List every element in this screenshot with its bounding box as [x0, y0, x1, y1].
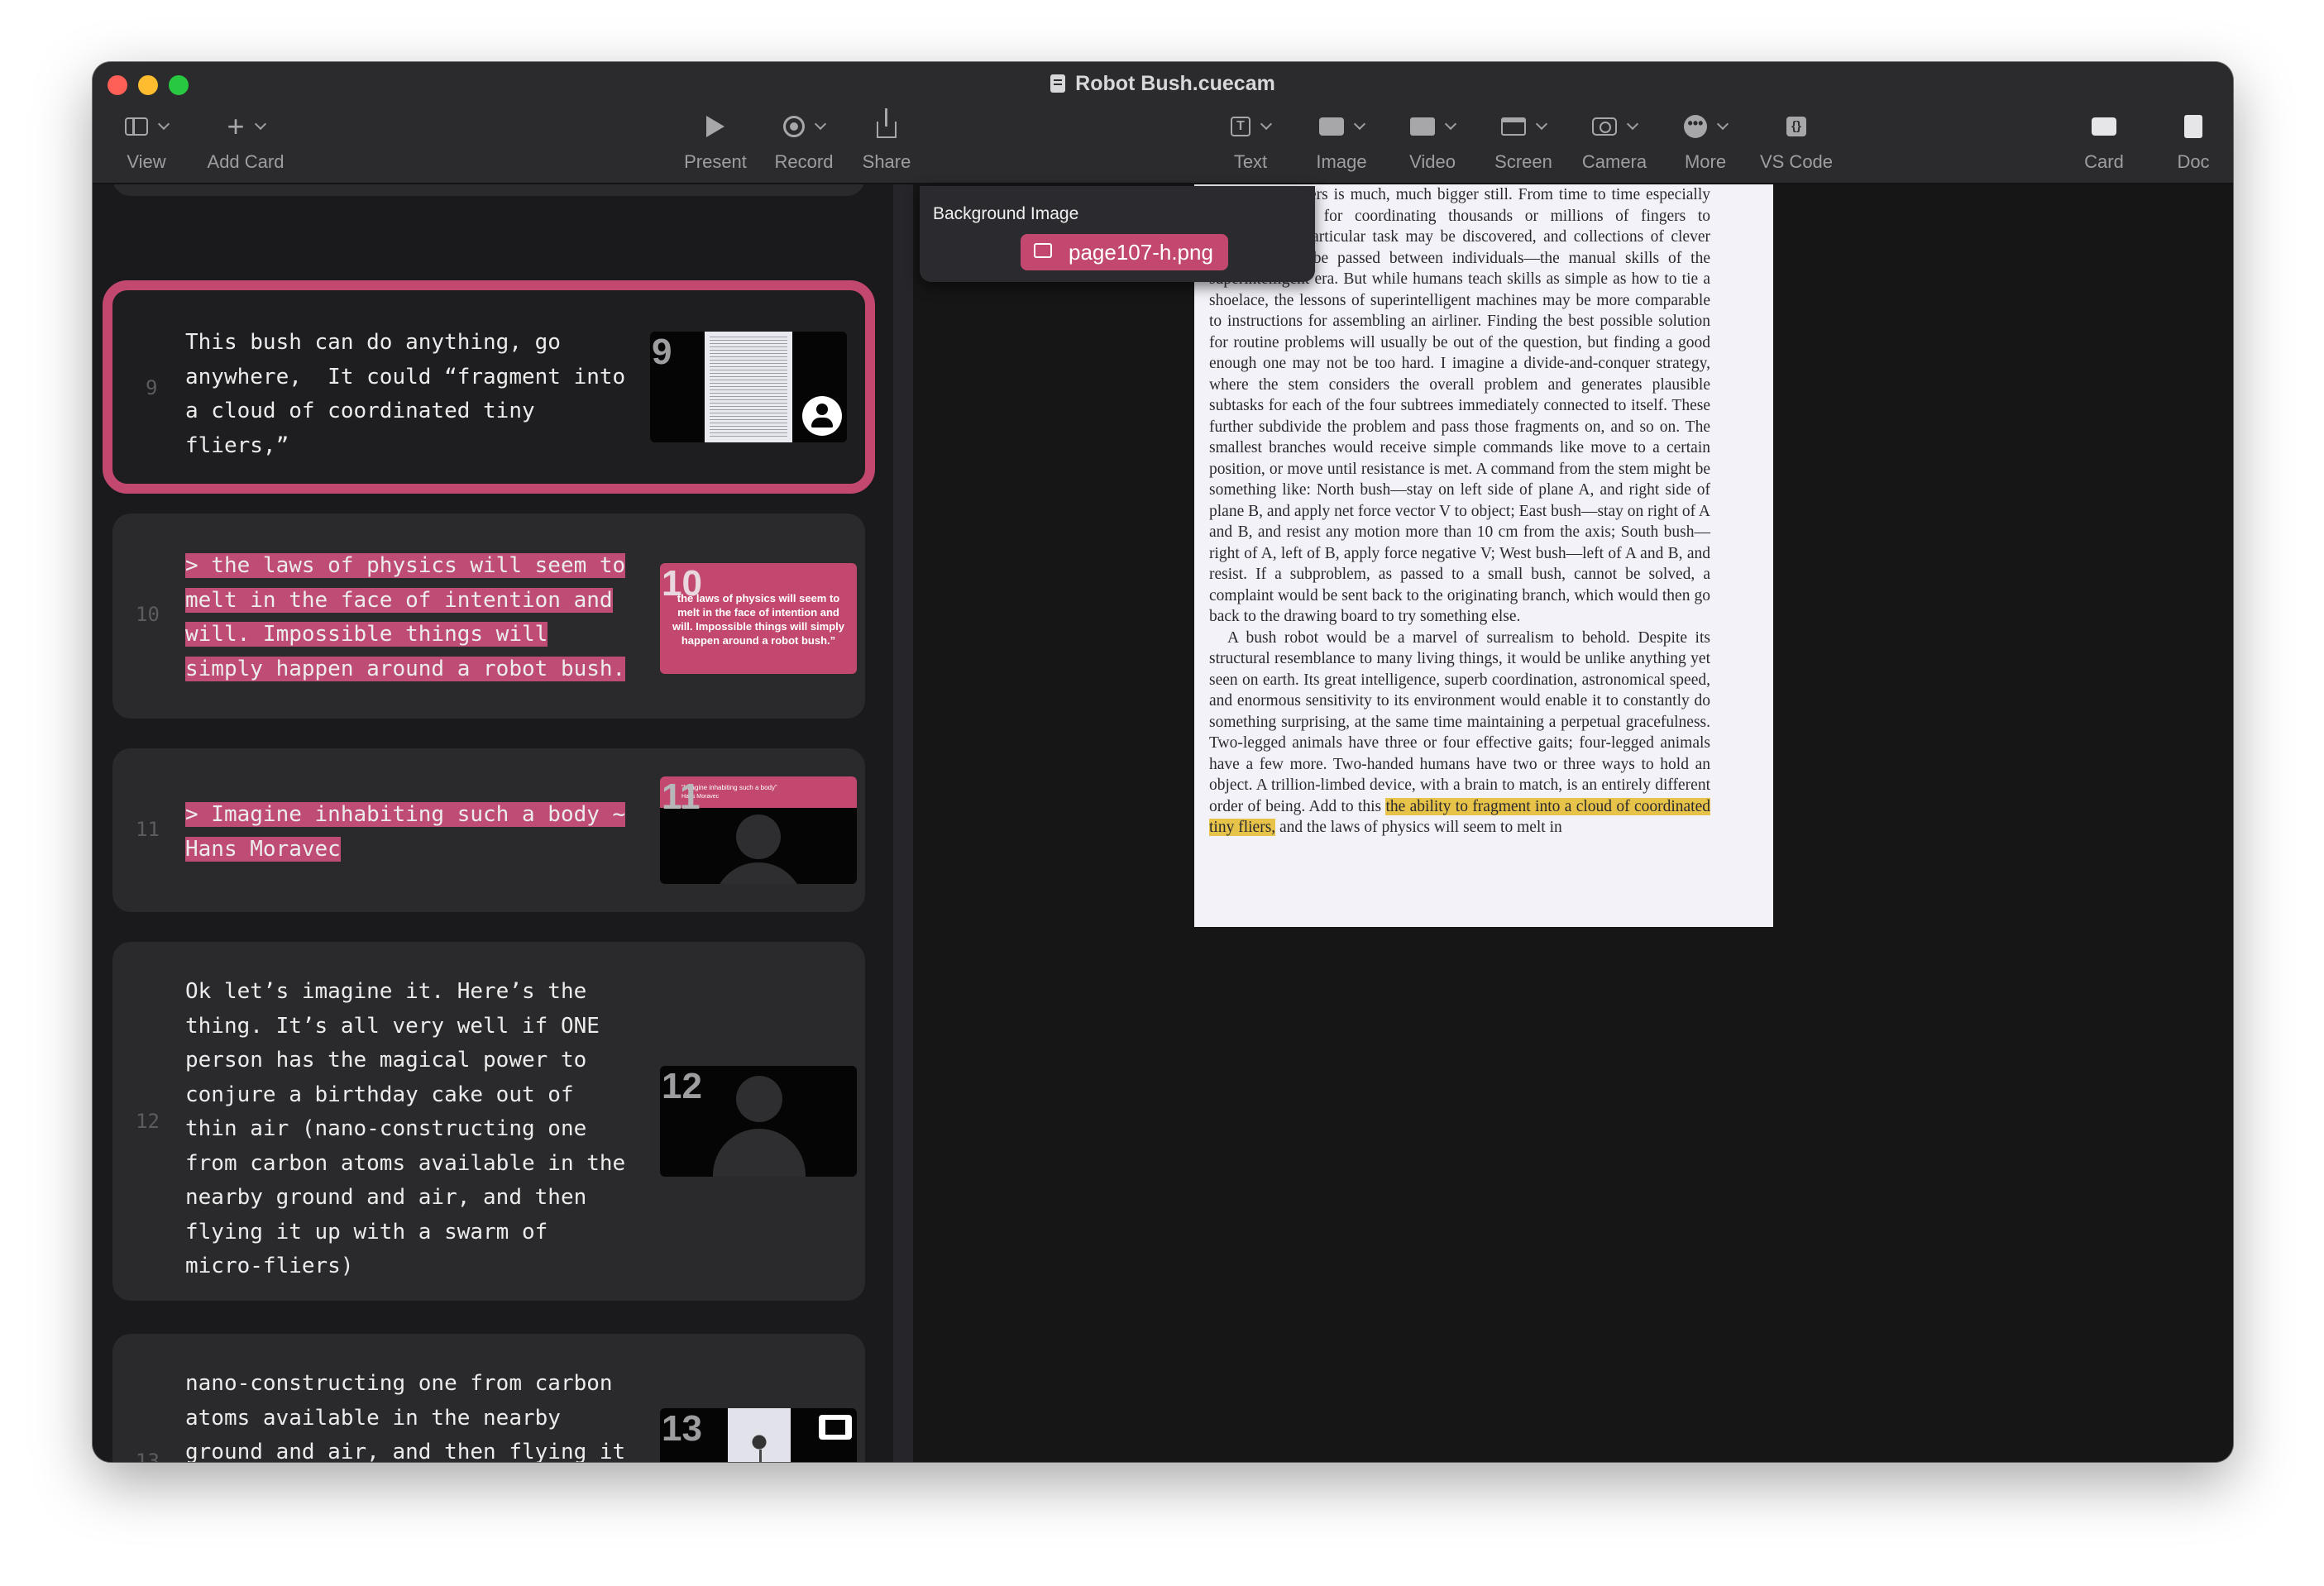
card-partial[interactable] — [112, 184, 865, 196]
toolbar: Robot Bush.cuecam View + Add Card Presen… — [93, 62, 2233, 184]
card-number: 11 — [136, 818, 160, 841]
view-button[interactable]: View — [117, 110, 175, 176]
card-thumbnail[interactable]: 13 — [660, 1408, 857, 1462]
doc-icon — [2184, 115, 2202, 138]
card-text: Ok let’s imagine it. Here’s the thing. I… — [185, 979, 626, 1278]
vscode-button[interactable]: {} VS Code — [1760, 110, 1833, 176]
page-thumbnail — [705, 332, 792, 442]
chevron-down-icon — [157, 117, 170, 131]
add-text-button[interactable]: T Text — [1217, 110, 1284, 176]
plus-icon: + — [227, 109, 245, 143]
play-icon — [706, 116, 724, 137]
add-camera-button[interactable]: Camera — [1581, 110, 1647, 176]
card-list[interactable]: 9 This bush can do anything, go anywhere… — [93, 184, 893, 1462]
window-title: Robot Bush.cuecam — [93, 72, 2233, 96]
chevron-down-icon — [1716, 117, 1729, 131]
chevron-down-icon — [1626, 117, 1639, 131]
card-text: > the laws of physics will seem to melt … — [185, 553, 626, 681]
add-screen-button[interactable]: Screen — [1490, 110, 1557, 176]
chevron-down-icon — [1535, 117, 1548, 131]
code-icon: {} — [1786, 117, 1806, 136]
card-inspector-button[interactable]: Card — [2071, 110, 2137, 176]
card-number: 10 — [136, 603, 160, 626]
plant-image-thumbnail — [728, 1408, 791, 1462]
document-icon — [1050, 74, 1066, 93]
screen-icon — [1501, 117, 1526, 136]
card-number: 13 — [136, 1450, 160, 1462]
chevron-down-icon — [814, 117, 827, 131]
card-10[interactable]: 10 > the laws of physics will seem to me… — [112, 514, 865, 719]
app-window: Robot Bush.cuecam View + Add Card Presen… — [93, 62, 2233, 1462]
film-icon — [819, 1415, 852, 1440]
photo-icon — [1319, 117, 1344, 136]
card-text: This bush can do anything, go anywhere, … — [185, 330, 626, 458]
more-icon: ••• — [1684, 115, 1707, 138]
page-text: number of fingers is much, much bigger s… — [1209, 186, 1710, 836]
add-video-button[interactable]: Video — [1399, 110, 1466, 176]
card-thumbnail[interactable]: “Imagine inhabiting such a body” Hans Mo… — [660, 776, 857, 884]
card-thumbnail[interactable]: 12 — [660, 1066, 857, 1177]
record-button[interactable]: Record — [771, 110, 837, 176]
background-image-panel: Background Image page107-h.png — [920, 186, 1315, 282]
card-thumbnail[interactable]: 9 — [650, 332, 847, 442]
chevron-down-icon — [1260, 117, 1273, 131]
camera-icon — [1592, 117, 1617, 136]
split-divider[interactable] — [893, 184, 913, 1462]
record-icon — [783, 116, 805, 137]
card-text: > Imagine inhabiting such a body ~ Hans … — [185, 802, 626, 862]
background-image-label: Background Image — [933, 204, 1079, 223]
card-11[interactable]: 11 > Imagine inhabiting such a body ~ Ha… — [112, 748, 865, 912]
background-image-page: number of fingers is much, much bigger s… — [1194, 184, 1773, 927]
chevron-down-icon — [254, 117, 266, 131]
person-placeholder-icon — [736, 1076, 782, 1122]
card-9[interactable]: 9 This bush can do anything, go anywhere… — [103, 280, 875, 494]
more-button[interactable]: ••• More — [1672, 110, 1738, 176]
card-12[interactable]: 12 Ok let’s imagine it. Here’s the thing… — [112, 942, 865, 1301]
sidebar-icon — [125, 117, 148, 136]
chevron-down-icon — [1444, 117, 1457, 131]
card-thumbnail[interactable]: 10 the laws of physics will seem to melt… — [660, 563, 857, 674]
share-icon — [877, 108, 897, 138]
card-number: 9 — [146, 376, 158, 399]
text-icon: T — [1231, 117, 1250, 136]
share-button[interactable]: Share — [854, 108, 920, 176]
doc-inspector-button[interactable]: Doc — [2164, 110, 2222, 176]
person-icon — [802, 396, 842, 436]
card-13[interactable]: 13 nano-constructing one from carbon ato… — [112, 1334, 865, 1462]
image-icon — [1034, 243, 1052, 258]
card-icon — [2092, 117, 2116, 136]
add-card-button[interactable]: + Add Card — [208, 109, 285, 176]
chevron-down-icon — [1353, 117, 1366, 131]
background-image-file-button[interactable]: page107-h.png — [1021, 234, 1228, 270]
present-button[interactable]: Present — [682, 110, 748, 176]
card-editor[interactable]: number of fingers is much, much bigger s… — [913, 184, 2233, 1462]
card-number: 12 — [136, 1110, 160, 1133]
add-image-button[interactable]: Image — [1308, 110, 1375, 176]
film-icon — [1410, 117, 1435, 136]
person-placeholder-icon — [736, 814, 781, 859]
card-text: nano-constructing one from carbon atoms … — [185, 1371, 626, 1462]
